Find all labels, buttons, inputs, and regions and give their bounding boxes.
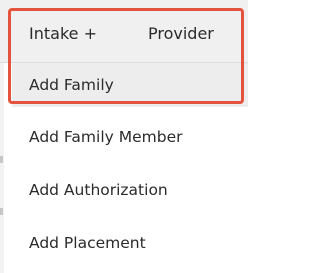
top-nav-bar: Intake + Provider xyxy=(0,0,248,63)
page-edge-mark xyxy=(0,156,3,163)
intake-dropdown-menu: Add Family Add Family Member Add Authori… xyxy=(12,63,248,273)
nav-intake-menu[interactable]: Intake + xyxy=(29,24,97,44)
menu-item-add-authorization[interactable]: Add Authorization xyxy=(12,168,248,212)
menu-item-add-family-member[interactable]: Add Family Member xyxy=(12,115,248,159)
menu-item-add-family[interactable]: Add Family xyxy=(12,63,248,107)
app-root: Intake + Provider Add Family Add Family … xyxy=(0,0,248,273)
page-edge-mark xyxy=(0,208,3,215)
menu-item-add-placement[interactable]: Add Placement xyxy=(12,221,248,265)
nav-provider-menu[interactable]: Provider xyxy=(148,24,214,44)
